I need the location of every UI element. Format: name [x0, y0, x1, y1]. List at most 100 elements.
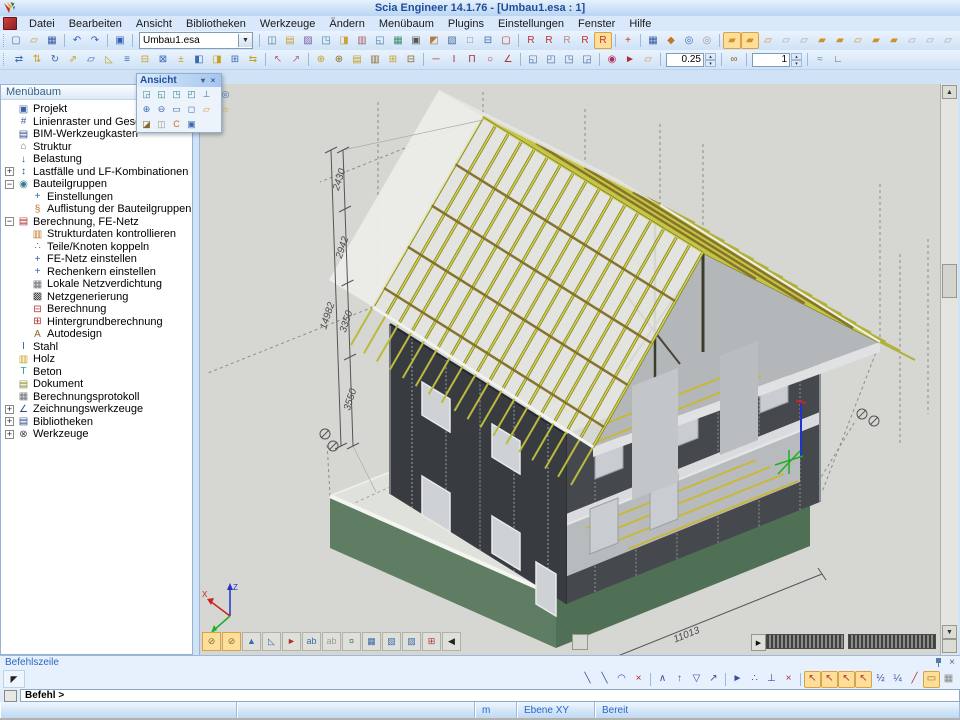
open-special-icon[interactable]: ▱ [639, 51, 657, 68]
result-flag-icon[interactable]: ◆ [662, 32, 680, 49]
print-preview-icon[interactable]: ◩ [425, 32, 443, 49]
snap-tangent-icon[interactable]: ↗ [705, 671, 722, 688]
select-add-icon[interactable]: ↖ [269, 51, 287, 68]
tree-item-load[interactable]: ↓Belastung [1, 153, 192, 166]
engineering-report-icon[interactable]: ⊟ [479, 32, 497, 49]
vertical-scrollbar[interactable]: ▲ ▼ [940, 84, 958, 655]
mirror-icon[interactable]: ⇗ [64, 51, 82, 68]
snap-edge-4-icon[interactable]: ↖ [855, 671, 872, 688]
tree-item-settings-nodes[interactable]: +Einstellungen [1, 191, 192, 204]
tree-item-mesh-generation[interactable]: ▩Netzgenerierung [1, 291, 192, 304]
tree-item-structure[interactable]: ⌂Struktur [1, 141, 192, 154]
snap-arc-icon[interactable]: ◠ [613, 671, 630, 688]
count-value-field[interactable]: 1 [752, 53, 790, 67]
swap-icon[interactable]: ⇆ [244, 51, 262, 68]
clip-box-icon[interactable]: ◪ [139, 117, 154, 132]
print-icon[interactable]: ▣ [407, 32, 425, 49]
window-cascade-icon[interactable]: ▨ [402, 632, 421, 651]
document-icon[interactable] [3, 17, 17, 30]
gallery-icon[interactable]: ◨ [335, 32, 353, 49]
view-front-icon[interactable]: ◱ [154, 87, 169, 102]
window-3-icon[interactable]: ▱ [759, 32, 777, 49]
scale-value[interactable]: 0.25▴▾ [666, 52, 716, 67]
update-model-icon[interactable]: ◉ [603, 51, 621, 68]
regenerate-icon[interactable]: C [169, 117, 184, 132]
labels-off-icon[interactable]: ab [322, 632, 341, 651]
ortho-mode-icon[interactable]: ▭ [923, 671, 940, 688]
snap-line-icon[interactable]: ╲ [579, 671, 596, 688]
select-poly-icon[interactable]: ↗ [287, 51, 305, 68]
splitter[interactable] [193, 84, 200, 655]
tree-item-drawing-tools[interactable]: +∠Zeichnungswerkzeuge [1, 403, 192, 416]
tree-item-local-mesh-refinement[interactable]: ▦Lokale Netzverdichtung [1, 278, 192, 291]
axonometric-icon[interactable]: ◰ [184, 87, 199, 102]
menu-datei[interactable]: Datei [22, 18, 62, 30]
merge-icon[interactable]: ⊞ [384, 51, 402, 68]
scale-value-up-icon[interactable]: ▴ [705, 53, 716, 60]
tree-item-background-calculation[interactable]: ⊞Hintergrundberechnung [1, 316, 192, 329]
menu-bearbeiten[interactable]: Bearbeiten [62, 18, 129, 30]
tree-item-load-cases-combinations[interactable]: +↕Lastfälle und LF-Kombinationen [1, 166, 192, 179]
tree-item-concrete[interactable]: TBeton [1, 366, 192, 379]
new-file-icon[interactable]: ▢ [7, 32, 25, 49]
count-value[interactable]: 1▴▾ [752, 52, 802, 67]
snap-quarter-icon[interactable]: ¼ [889, 671, 906, 688]
level-ruler-icon[interactable]: ∟ [829, 51, 847, 68]
zoom-window-icon[interactable]: ▭ [169, 102, 184, 117]
expand-box[interactable]: + [5, 417, 14, 426]
window-7-icon[interactable]: ▰ [831, 32, 849, 49]
tree-item-connect-members-nodes[interactable]: ∴Teile/Knoten koppeln [1, 241, 192, 254]
tree-item-steel[interactable]: IStahl [1, 341, 192, 354]
snap-midpoint-icon[interactable]: ▽ [688, 671, 705, 688]
tree-item-member-groups[interactable]: −◉Bauteilgruppen [1, 178, 192, 191]
image-export-icon[interactable]: ▧ [443, 32, 461, 49]
cursor-snap-icon[interactable]: ► [729, 671, 746, 688]
external-doc-icon[interactable]: ▢ [497, 32, 515, 49]
horizontal-scroll-arrow-icon[interactable]: ▶ [751, 634, 766, 651]
copy-props-icon[interactable]: ▤ [348, 51, 366, 68]
draw-circle-icon[interactable]: ○ [481, 51, 499, 68]
zoom-all-icon[interactable]: ◻ [184, 102, 199, 117]
tree-item-calculation-fe-mesh[interactable]: −▤Berechnung, FE-Netz [1, 216, 192, 229]
collapse-box[interactable]: − [5, 217, 14, 226]
draw-angle-icon[interactable]: ∠ [499, 51, 517, 68]
zoom-out-icon[interactable]: ⊖ [154, 102, 169, 117]
expand-box[interactable]: + [5, 430, 14, 439]
project-window-icon[interactable]: ▣ [111, 32, 129, 49]
menu-plugins[interactable]: Plugins [441, 18, 491, 30]
enlarge-icon[interactable]: ± [172, 51, 190, 68]
layers-icon[interactable]: ▤ [281, 32, 299, 49]
menu-ändern[interactable]: Ändern [322, 18, 371, 30]
window-10-icon[interactable]: ▰ [885, 32, 903, 49]
view-side-icon[interactable]: ◳ [169, 87, 184, 102]
labels-on-icon[interactable]: ab [302, 632, 321, 651]
axo-marker-icon[interactable]: ▲ [242, 632, 261, 651]
clip-model-icon[interactable]: ⊘ [202, 632, 221, 651]
cursor-mode-icon[interactable]: ◤ [3, 670, 25, 688]
scale-value-down-icon[interactable]: ▾ [705, 60, 716, 67]
viewport-3d[interactable]: 2430 2942 3350 3550 14982 11013 [200, 84, 940, 655]
tree-item-group-listing[interactable]: §Auflistung der Bauteilgruppen [1, 203, 192, 216]
window-5-icon[interactable]: ▱ [795, 32, 813, 49]
view-3d-icon[interactable]: ▣ [184, 117, 199, 132]
open-view-icon[interactable]: ▱ [199, 102, 214, 117]
tree-item-check-structure-data[interactable]: ▥Strukturdaten kontrollieren [1, 228, 192, 241]
expand-box[interactable]: + [5, 405, 14, 414]
menu-ansicht[interactable]: Ansicht [129, 18, 179, 30]
grid-points-icon[interactable]: ∴ [746, 671, 763, 688]
undo-icon[interactable]: ↶ [68, 32, 86, 49]
close-icon[interactable]: × [949, 658, 955, 668]
activity-icon[interactable]: ▨ [299, 32, 317, 49]
view-scroll-left-icon[interactable]: ◀ [442, 632, 461, 651]
snap-parallel-icon[interactable]: ╲ [596, 671, 613, 688]
binoculars-off-icon[interactable]: ◎ [698, 32, 716, 49]
split-icon[interactable]: ⊟ [402, 51, 420, 68]
results-r3-icon[interactable]: R [558, 32, 576, 49]
count-value-down-icon[interactable]: ▾ [791, 60, 802, 67]
window-red-icon[interactable]: ⊞ [422, 632, 441, 651]
menu-fenster[interactable]: Fenster [571, 18, 622, 30]
snap-clear-icon[interactable]: × [780, 671, 797, 688]
save-icon[interactable]: ▦ [43, 32, 61, 49]
snap-off-icon[interactable]: × [630, 671, 647, 688]
tree-item-autodesign[interactable]: AAutodesign [1, 328, 192, 341]
